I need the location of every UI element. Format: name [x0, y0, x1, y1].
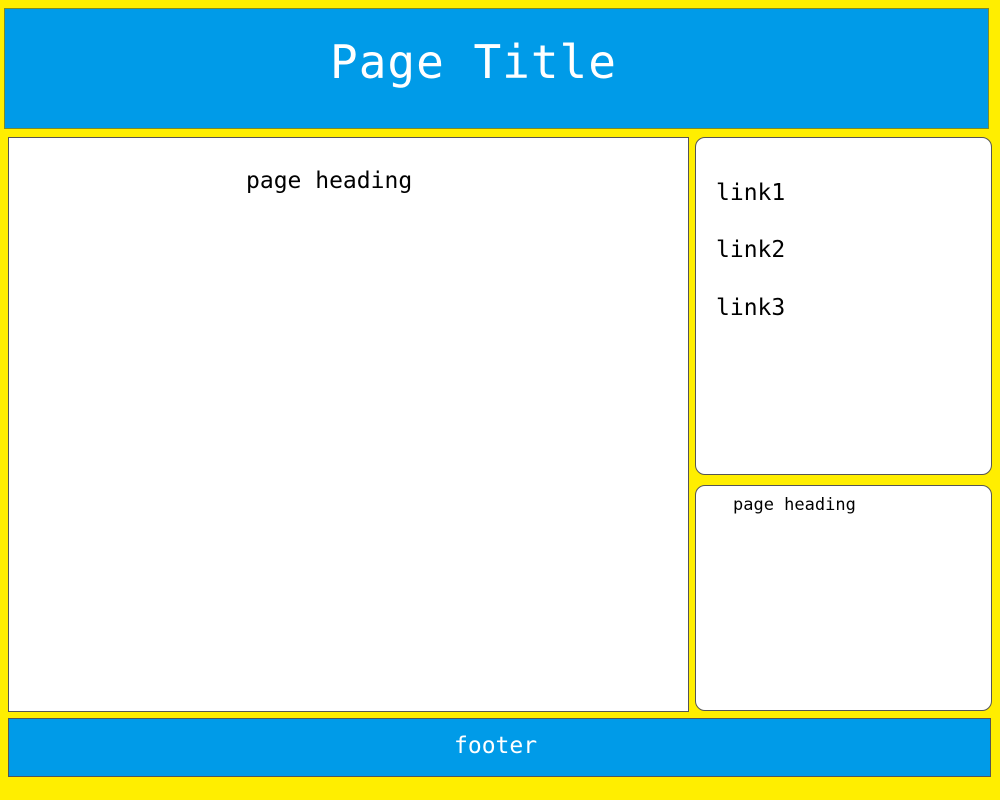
page-header: Page Title — [4, 8, 989, 129]
main-content-panel: page heading — [8, 137, 689, 712]
sidebar-link-1[interactable]: link1 — [716, 182, 785, 205]
sidebar-link-3[interactable]: link3 — [716, 297, 785, 320]
secondary-panel: page heading — [695, 485, 992, 711]
sidebar-link-2[interactable]: link2 — [716, 239, 785, 262]
page-footer: footer — [8, 718, 991, 777]
secondary-page-heading: page heading — [733, 495, 856, 515]
sidebar-links-panel: link1 link2 link3 — [695, 137, 992, 475]
page-title: Page Title — [330, 35, 617, 89]
footer-text: footer — [454, 733, 538, 759]
main-page-heading: page heading — [246, 168, 413, 194]
